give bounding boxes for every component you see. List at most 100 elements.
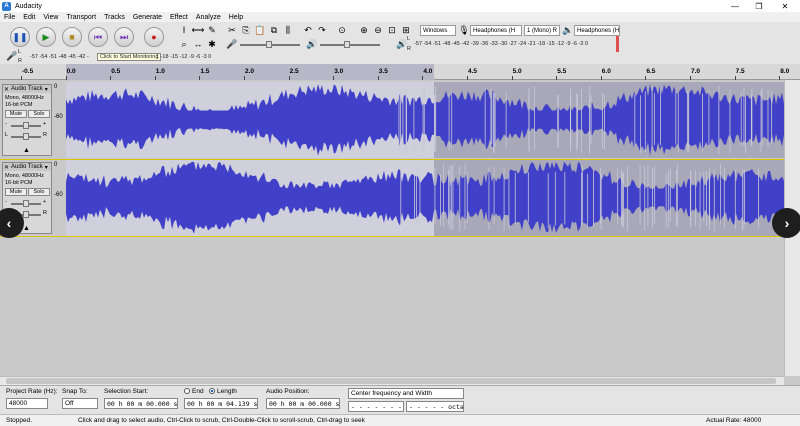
center-frequency-input[interactable]: - - - - - - - Hz bbox=[348, 401, 404, 412]
waveform-panel[interactable] bbox=[66, 160, 784, 236]
chevron-down-icon[interactable]: ▾ bbox=[45, 164, 48, 171]
multi-tool-icon[interactable]: ✱ bbox=[206, 38, 218, 50]
ruler-label: 0.5 bbox=[111, 68, 121, 75]
snap-to-label: Snap To: bbox=[62, 388, 88, 395]
close-icon[interactable]: ✕ bbox=[772, 0, 798, 12]
menu-transport[interactable]: Transport bbox=[62, 14, 100, 21]
ruler-label: 3.0 bbox=[334, 68, 344, 75]
horizontal-scroll-thumb[interactable] bbox=[6, 378, 776, 384]
skip-start-icon[interactable]: ⏮ bbox=[88, 27, 108, 47]
track-name-menu[interactable]: ✕ Audio Track ▾ bbox=[3, 163, 51, 171]
playback-volume-knob[interactable] bbox=[344, 41, 350, 48]
zoom-out-icon[interactable]: ⊖ bbox=[372, 24, 384, 36]
playback-device-select[interactable]: Headphones (H bbox=[574, 25, 620, 36]
recording-volume-knob[interactable] bbox=[266, 41, 272, 48]
audio-position-input[interactable]: 00 h 00 m 00.000 s bbox=[266, 398, 340, 409]
mute-button[interactable]: Mute bbox=[5, 188, 27, 196]
maximize-icon[interactable]: ❐ bbox=[746, 0, 772, 12]
end-radio[interactable]: End bbox=[184, 388, 204, 395]
end-radio-icon[interactable] bbox=[184, 388, 190, 395]
menu-analyze[interactable]: Analyze bbox=[192, 14, 225, 21]
selection-start-input[interactable]: 00 h 00 m 00.000 s bbox=[104, 398, 178, 409]
horizontal-scrollbar[interactable] bbox=[0, 376, 784, 385]
snap-to-select[interactable]: Off bbox=[62, 398, 98, 409]
length-radio-icon[interactable] bbox=[209, 388, 215, 395]
fit-project-icon[interactable]: ⊞ bbox=[400, 24, 412, 36]
minimize-icon[interactable]: — bbox=[722, 0, 748, 12]
mic-volume-icon: 🎤 bbox=[226, 38, 238, 49]
paste-icon[interactable]: 📋 bbox=[254, 24, 266, 36]
mute-button[interactable]: Mute bbox=[5, 110, 27, 118]
pan-knob[interactable] bbox=[23, 133, 29, 140]
audio-track-1[interactable]: ✕ Audio Track ▾ Mono, 48000Hz 16-bit PCM… bbox=[0, 82, 784, 158]
collapse-icon[interactable]: ▲ bbox=[23, 225, 30, 232]
length-radio[interactable]: Length bbox=[209, 388, 237, 395]
gain-minus: - bbox=[5, 121, 7, 127]
track-name[interactable]: Audio Track bbox=[11, 164, 43, 170]
stop-icon[interactable]: ■ bbox=[62, 27, 82, 47]
menu-generate[interactable]: Generate bbox=[129, 14, 166, 21]
skip-end-icon[interactable]: ⏭ bbox=[114, 27, 134, 47]
next-arrow-icon[interactable]: › bbox=[772, 208, 800, 238]
chevron-down-icon[interactable]: ▾ bbox=[45, 86, 48, 93]
silence-icon[interactable]: ⫼ bbox=[282, 24, 294, 36]
trim-icon[interactable]: ⧉ bbox=[268, 24, 280, 36]
channels-select[interactable]: 1 (Mono) R bbox=[524, 25, 560, 36]
recording-device-select[interactable]: Headphones (H bbox=[470, 25, 522, 36]
timeline-ruler[interactable]: -0.5 0.0 0.5 1.0 1.5 2.0 2.5 3.0 3.5 4.0 4.5 5.0 5.5… bbox=[0, 64, 800, 80]
solo-button[interactable]: Solo bbox=[28, 110, 50, 118]
redo-icon[interactable]: ↷ bbox=[316, 24, 328, 36]
window-title: Audacity bbox=[15, 2, 42, 10]
spectral-selection-mode-select[interactable]: Center frequency and Width bbox=[348, 388, 464, 399]
speaker-volume-icon: 🔊 bbox=[306, 38, 318, 49]
playback-volume-slider[interactable] bbox=[320, 44, 380, 46]
ruler-label: 6.5 bbox=[646, 68, 656, 75]
menu-edit[interactable]: Edit bbox=[19, 14, 39, 21]
gain-knob[interactable] bbox=[23, 200, 29, 207]
track-name[interactable]: Audio Track bbox=[11, 86, 43, 92]
playback-meter-scale: -57 -54 -51 -48 -45 -42 -39 -36 -33 -30 … bbox=[414, 41, 588, 47]
menu-help[interactable]: Help bbox=[225, 14, 247, 21]
menu-bar: File Edit View Transport Tracks Generate… bbox=[0, 12, 800, 22]
play-icon[interactable]: ▶ bbox=[36, 27, 56, 47]
menu-file[interactable]: File bbox=[0, 14, 19, 21]
close-track-icon[interactable]: ✕ bbox=[4, 86, 9, 93]
fit-selection-icon[interactable]: ⊡ bbox=[386, 24, 398, 36]
status-hint: Click and drag to select audio, Ctrl-Cli… bbox=[78, 417, 365, 424]
project-rate-label: Project Rate (Hz): bbox=[6, 388, 58, 395]
selection-tool-icon[interactable]: I bbox=[178, 24, 190, 36]
undo-icon[interactable]: ↶ bbox=[302, 24, 314, 36]
waveform bbox=[66, 161, 784, 234]
playback-meter-l: L bbox=[407, 36, 411, 42]
ruler-label: 4.5 bbox=[468, 68, 478, 75]
audio-track-2[interactable]: ✕ Audio Track ▾ Mono, 48000Hz 16-bit PCM… bbox=[0, 159, 785, 237]
width-octaves-input[interactable]: - - - - - octaves bbox=[406, 401, 464, 412]
menu-view[interactable]: View bbox=[39, 14, 62, 21]
gain-knob[interactable] bbox=[23, 122, 29, 129]
envelope-tool-icon[interactable]: ⟷ bbox=[192, 24, 205, 36]
monitor-tooltip[interactable]: Click to Start Monitoring bbox=[97, 53, 162, 61]
selection-length-input[interactable]: 00 h 00 m 04.139 s bbox=[184, 398, 258, 409]
record-icon[interactable]: ● bbox=[144, 27, 164, 47]
pause-icon[interactable]: ❚❚ bbox=[10, 27, 30, 47]
zoom-tool-icon[interactable]: ⌕ bbox=[178, 38, 190, 50]
cut-icon[interactable]: ✂ bbox=[226, 24, 238, 36]
waveform-panel[interactable] bbox=[66, 82, 784, 158]
audio-host-select[interactable]: Windows bbox=[420, 25, 456, 36]
copy-icon[interactable]: ⎘ bbox=[240, 24, 252, 36]
pan-knob[interactable] bbox=[23, 211, 29, 218]
speaker-icon: 🔈 bbox=[562, 24, 574, 35]
solo-button[interactable]: Solo bbox=[28, 188, 50, 196]
timeshift-tool-icon[interactable]: ↔ bbox=[192, 38, 204, 50]
zoom-in-icon[interactable]: ⊕ bbox=[358, 24, 370, 36]
sync-lock-icon[interactable]: ⊙ bbox=[336, 24, 348, 36]
ruler-label: 1.0 bbox=[155, 68, 165, 75]
project-rate-select[interactable]: 48000 bbox=[6, 398, 48, 409]
collapse-icon[interactable]: ▲ bbox=[23, 147, 30, 154]
menu-effect[interactable]: Effect bbox=[166, 14, 192, 21]
status-rate: Actual Rate: 48000 bbox=[706, 417, 762, 424]
close-track-icon[interactable]: ✕ bbox=[4, 164, 9, 171]
draw-tool-icon[interactable]: ✎ bbox=[206, 24, 218, 36]
menu-tracks[interactable]: Tracks bbox=[100, 14, 129, 21]
track-name-menu[interactable]: ✕ Audio Track ▾ bbox=[3, 85, 51, 93]
